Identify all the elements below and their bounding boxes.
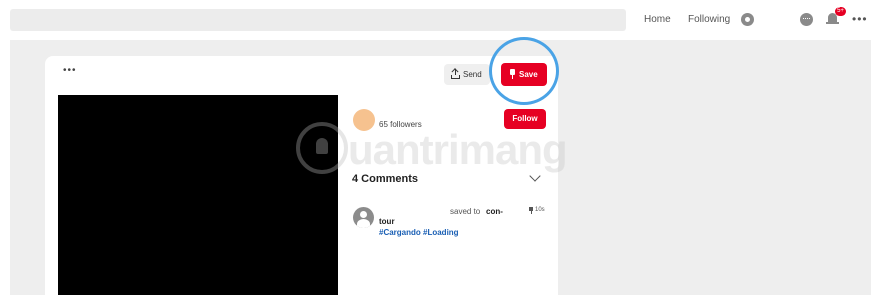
saved-to-text: saved to bbox=[450, 207, 481, 216]
send-button[interactable]: Send bbox=[444, 64, 490, 85]
watermark: uantrimang bbox=[296, 118, 592, 182]
more-icon[interactable]: ••• bbox=[852, 12, 868, 26]
board-name-link[interactable]: con- bbox=[486, 207, 503, 216]
messages-icon[interactable] bbox=[800, 13, 813, 26]
send-button-label: Send bbox=[463, 70, 482, 79]
user-avatar-icon[interactable] bbox=[353, 207, 374, 228]
nav-home-link[interactable]: Home bbox=[644, 14, 671, 25]
watermark-text: uantrimang bbox=[348, 126, 568, 173]
comment-user-name[interactable]: tour bbox=[379, 217, 395, 226]
top-navigation-bar: Home Following 5+ ••• bbox=[0, 0, 871, 40]
pin-more-options-icon[interactable]: ••• bbox=[63, 65, 77, 76]
lightbulb-icon bbox=[316, 138, 328, 154]
nav-following-link[interactable]: Following bbox=[688, 14, 730, 25]
search-input[interactable] bbox=[10, 9, 626, 31]
pin-icon bbox=[529, 207, 533, 215]
comment-hashtags[interactable]: #Cargando #Loading bbox=[379, 228, 459, 237]
settings-icon[interactable] bbox=[741, 13, 754, 26]
notification-badge: 5+ bbox=[835, 7, 846, 16]
share-icon bbox=[451, 68, 460, 79]
comment-timestamp: 10s bbox=[535, 207, 545, 213]
highlight-circle bbox=[489, 37, 559, 105]
